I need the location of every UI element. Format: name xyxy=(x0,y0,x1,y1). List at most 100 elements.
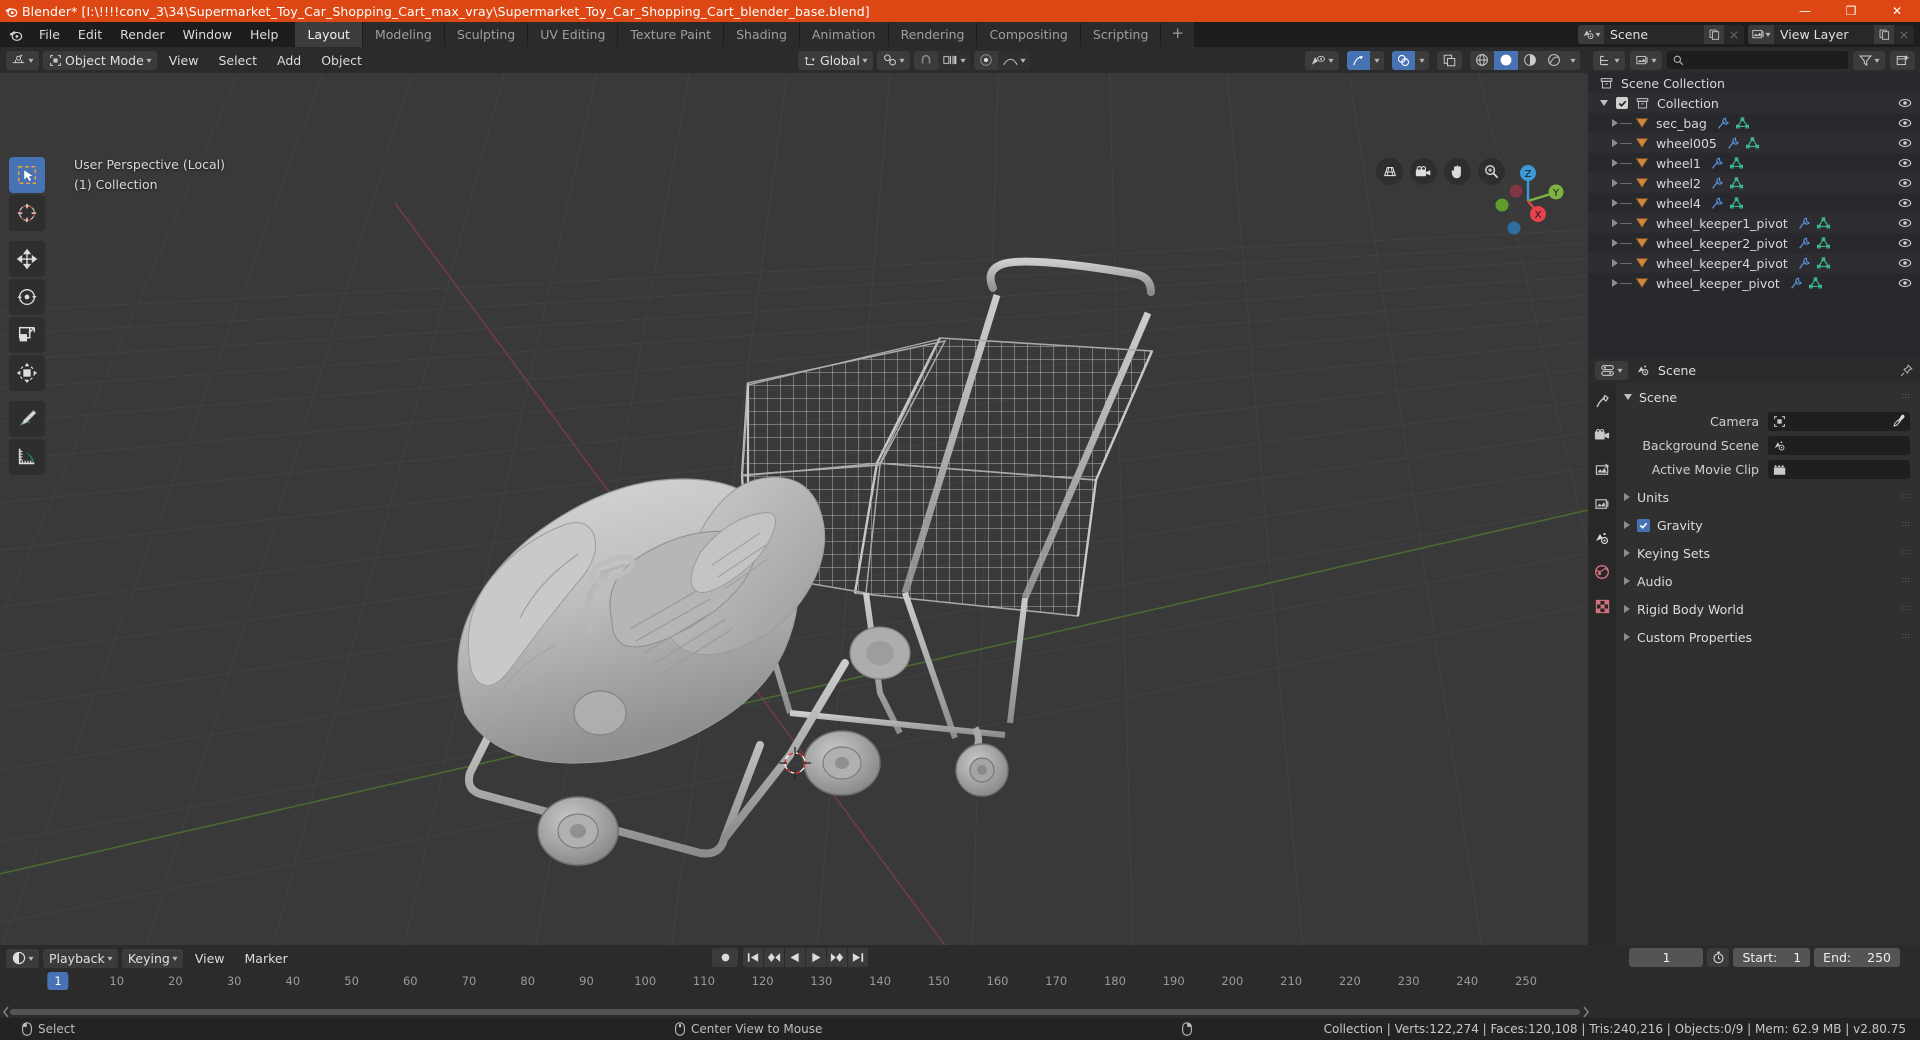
properties-section-header[interactable]: Keying Sets xyxy=(1616,541,1920,565)
jump-to-start-button[interactable] xyxy=(743,948,764,967)
active-movie-clip-field[interactable] xyxy=(1768,459,1910,479)
tab-layout[interactable]: Layout xyxy=(295,22,363,47)
xray-toggle[interactable] xyxy=(1436,50,1462,70)
mesh-data-icon[interactable] xyxy=(1729,196,1743,210)
properties-section-header[interactable]: Units xyxy=(1616,485,1920,509)
outliner-tree[interactable]: Scene Collection Collection sec_bag wheel… xyxy=(1588,73,1920,357)
overlays-toggle[interactable] xyxy=(1391,50,1415,70)
tab-tool-properties[interactable] xyxy=(1591,391,1613,413)
tab-scene-properties[interactable] xyxy=(1591,527,1613,549)
blender-menu-icon[interactable] xyxy=(0,22,30,47)
tab-render-properties[interactable] xyxy=(1591,425,1613,447)
visibility-eye-icon[interactable] xyxy=(1898,196,1912,210)
section-expand-icon[interactable] xyxy=(1624,493,1630,501)
snap-mode-selector[interactable]: ▾ xyxy=(937,50,970,70)
view-layer-selector[interactable]: ▾ View Layer xyxy=(1748,25,1914,44)
frame-end-field[interactable]: End: 250 xyxy=(1814,948,1900,967)
section-expand-icon[interactable] xyxy=(1624,549,1630,557)
snap-controls[interactable]: ▾ xyxy=(913,50,970,70)
tab-view-layer-properties[interactable] xyxy=(1591,493,1613,515)
object-expand-icon[interactable] xyxy=(1612,119,1618,127)
rotate-tool[interactable] xyxy=(9,279,45,315)
timeline-scroll-right-handle[interactable] xyxy=(1582,1007,1590,1017)
remove-scene-button[interactable] xyxy=(1724,25,1744,44)
remove-view-layer-button[interactable] xyxy=(1894,25,1914,44)
tab-modeling[interactable]: Modeling xyxy=(362,22,445,47)
modifier-icon[interactable] xyxy=(1798,217,1811,230)
scale-tool[interactable] xyxy=(9,317,45,353)
modifier-icon[interactable] xyxy=(1727,137,1740,150)
mesh-data-icon[interactable] xyxy=(1808,276,1822,290)
object-expand-icon[interactable] xyxy=(1612,179,1618,187)
gizmo-toggle[interactable] xyxy=(1346,50,1370,70)
interaction-mode-selector[interactable]: Object Mode ▾ xyxy=(43,50,157,70)
mesh-data-icon[interactable] xyxy=(1735,116,1749,130)
previous-keyframe-button[interactable] xyxy=(764,948,785,967)
outliner-editor-type-button[interactable]: ▾ xyxy=(1593,50,1626,70)
scene-icon[interactable]: ▾ xyxy=(1578,25,1604,44)
shading-solid-button[interactable] xyxy=(1493,50,1518,70)
tab-compositing[interactable]: Compositing xyxy=(977,22,1081,47)
visibility-eye-icon[interactable] xyxy=(1898,216,1912,230)
pan-view-icon[interactable] xyxy=(1444,158,1471,185)
select-box-tool[interactable] xyxy=(9,157,45,193)
viewport-menu-add[interactable]: Add xyxy=(269,51,309,70)
timeline-playhead[interactable]: 1 xyxy=(47,972,69,990)
tab-output-properties[interactable] xyxy=(1591,459,1613,481)
shading-dropdown[interactable]: ▾ xyxy=(1566,51,1580,70)
timeline-scroll-left-handle[interactable] xyxy=(2,1007,10,1017)
mesh-data-icon[interactable] xyxy=(1729,176,1743,190)
mesh-data-icon[interactable] xyxy=(1816,256,1830,270)
gizmo-dropdown[interactable]: ▾ xyxy=(1370,51,1384,70)
timeline-menu-view[interactable]: View xyxy=(187,949,233,968)
section-expand-icon[interactable] xyxy=(1624,633,1630,641)
viewport-menu-select[interactable]: Select xyxy=(210,51,265,70)
timeline-menu-playback[interactable]: Playback ▾ xyxy=(43,948,118,968)
maximize-button[interactable]: ❐ xyxy=(1828,0,1874,22)
mesh-data-icon[interactable] xyxy=(1816,216,1830,230)
properties-editor-type-button[interactable]: ▾ xyxy=(1595,360,1629,380)
play-button[interactable] xyxy=(806,948,827,967)
outliner-row-object[interactable]: sec_bag xyxy=(1588,113,1920,133)
timeline-menu-keying[interactable]: Keying ▾ xyxy=(121,948,183,968)
outliner-row-object[interactable]: wheel005 xyxy=(1588,133,1920,153)
visibility-eye-icon[interactable] xyxy=(1898,276,1912,290)
scene-panel-header[interactable]: Scene xyxy=(1616,385,1920,409)
visibility-eye-icon[interactable] xyxy=(1898,256,1912,270)
tab-uv-editing[interactable]: UV Editing xyxy=(528,22,619,47)
shading-material-button[interactable] xyxy=(1518,51,1542,70)
shading-rendered-button[interactable] xyxy=(1542,51,1566,70)
scene-name[interactable]: Scene xyxy=(1604,25,1704,44)
transform-orientation-selector[interactable]: Global ▾ xyxy=(797,50,873,70)
modifier-icon[interactable] xyxy=(1798,257,1811,270)
snap-target-selector[interactable]: ▾ xyxy=(876,50,910,70)
close-button[interactable]: ✕ xyxy=(1874,0,1920,22)
menu-render[interactable]: Render xyxy=(111,26,174,44)
new-scene-button[interactable] xyxy=(1704,25,1724,44)
transform-tool[interactable] xyxy=(9,355,45,391)
outliner-row-object[interactable]: wheel1 xyxy=(1588,153,1920,173)
add-workspace-button[interactable]: + xyxy=(1161,22,1194,47)
measure-tool[interactable] xyxy=(9,439,45,475)
object-expand-icon[interactable] xyxy=(1612,239,1618,247)
visibility-eye-icon[interactable] xyxy=(1898,136,1912,150)
outliner-row-object[interactable]: wheel2 xyxy=(1588,173,1920,193)
visibility-eye-icon[interactable] xyxy=(1898,116,1912,130)
object-expand-icon[interactable] xyxy=(1612,279,1618,287)
viewport-canvas[interactable]: User Perspective (Local) (1) Collection xyxy=(0,73,1588,945)
properties-section-header[interactable]: Custom Properties xyxy=(1616,625,1920,649)
pin-icon[interactable] xyxy=(1900,363,1913,377)
viewport-menu-object[interactable]: Object xyxy=(313,51,370,70)
tab-sculpting[interactable]: Sculpting xyxy=(444,22,529,47)
menu-help[interactable]: Help xyxy=(241,26,288,44)
visibility-eye-icon[interactable] xyxy=(1898,156,1912,170)
tab-rendering[interactable]: Rendering xyxy=(888,22,978,47)
properties-section-header[interactable]: Rigid Body World xyxy=(1616,597,1920,621)
menu-edit[interactable]: Edit xyxy=(69,26,111,44)
proportional-falloff-selector[interactable]: ▾ xyxy=(997,50,1030,70)
editor-type-button[interactable]: ▾ xyxy=(6,50,40,70)
section-expand-icon[interactable] xyxy=(1624,605,1630,613)
overlay-dropdown[interactable]: ▾ xyxy=(1415,51,1429,70)
section-expand-icon[interactable] xyxy=(1624,521,1630,529)
move-tool[interactable] xyxy=(9,241,45,277)
